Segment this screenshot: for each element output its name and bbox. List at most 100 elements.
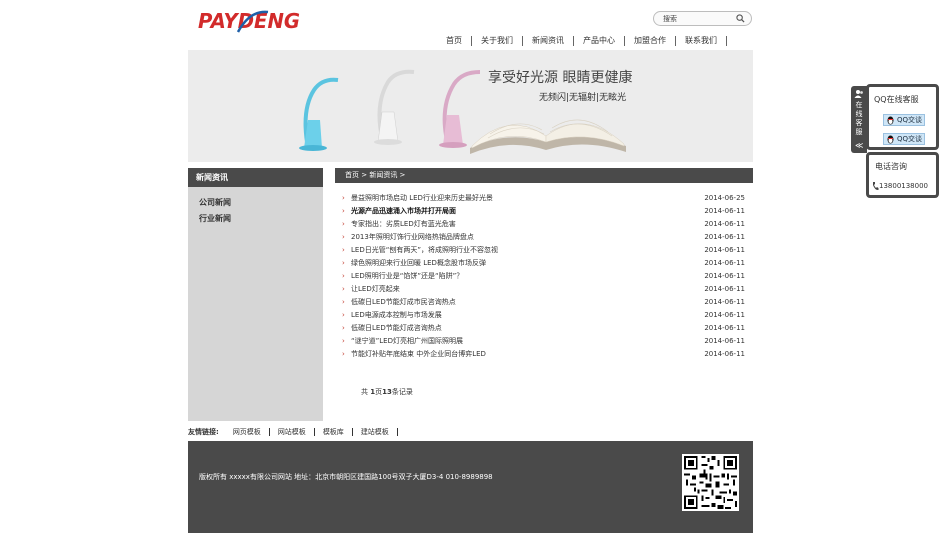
news-row: › 低碳日LED节能灯成市民咨询热点 2014-06-11: [335, 296, 753, 309]
news-title-link[interactable]: 光源产品迅速涌入市场并打开局面: [351, 205, 456, 218]
news-date: 2014-06-11: [704, 350, 745, 358]
news-list: › 曼益照明市场启动 LED行业迎来历史最好光景 2014-06-25 › 光源产品迅速…: [335, 192, 753, 361]
qq-chat-button[interactable]: QQ交谈: [883, 114, 925, 126]
nav-contact[interactable]: 联系我们: [676, 36, 727, 46]
bullet-icon: ›: [342, 207, 345, 215]
news-row: › 绿色照明迎来行业回暖 LED概念股市场反弹 2014-06-11: [335, 257, 753, 270]
news-date: 2014-06-11: [704, 233, 745, 241]
bullet-icon: ›: [342, 350, 345, 358]
bullet-icon: ›: [342, 298, 345, 306]
news-date: 2014-06-11: [704, 298, 745, 306]
news-row: › “谜宁道”LED灯亮相广州国际照明展 2014-06-11: [335, 335, 753, 348]
news-row: › 曼益照明市场启动 LED行业迎来历史最好光景 2014-06-25: [335, 192, 753, 205]
sidebar-item-industry-news[interactable]: 行业新闻: [188, 211, 323, 227]
news-date: 2014-06-11: [704, 207, 745, 215]
pager-suffix: 条记录: [391, 388, 413, 396]
bullet-icon: ›: [342, 220, 345, 228]
news-title-link[interactable]: 低碳日LED节能灯成市民咨询热点: [351, 296, 456, 309]
friend-link[interactable]: 建站模板: [353, 428, 398, 436]
sidebar-title: 新闻资讯: [188, 168, 323, 187]
pagination-info: 共 1页13条记录: [361, 387, 413, 397]
nav-news[interactable]: 新闻资讯: [523, 36, 574, 46]
news-date: 2014-06-11: [704, 259, 745, 267]
phone-number[interactable]: 13800138000: [879, 182, 928, 190]
news-title-link[interactable]: “谜宁道”LED灯亮相广州国际照明展: [351, 335, 463, 348]
sidebar-item-company-news[interactable]: 公司新闻: [188, 195, 323, 211]
bullet-icon: ›: [342, 194, 345, 202]
tab-char: 线: [855, 110, 863, 118]
news-title-link[interactable]: 专家指出：劣质LED灯有蓝光危害: [351, 218, 456, 231]
nav-franchise[interactable]: 加盟合作: [625, 36, 676, 46]
tab-char: 服: [855, 128, 863, 136]
friend-link[interactable]: 网站模板: [270, 428, 315, 436]
bullet-icon: ›: [342, 337, 345, 345]
bullet-icon: ›: [342, 324, 345, 332]
bullet-icon: ›: [342, 233, 345, 241]
bullet-icon: ›: [342, 272, 345, 280]
news-row: › LED照明行业是“馅饼”还是“陷阱”？ 2014-06-11: [335, 270, 753, 283]
qq-chat-label: QQ交谈: [897, 116, 923, 124]
news-date: 2014-06-25: [704, 194, 745, 202]
news-row: › 2013年照明灯饰行业网络热销品牌盘点 2014-06-11: [335, 231, 753, 244]
qq-penguin-icon: [887, 135, 894, 144]
news-date: 2014-06-11: [704, 220, 745, 228]
search-icon[interactable]: [736, 14, 745, 23]
search-box: [653, 11, 752, 26]
phone-icon: [873, 182, 879, 191]
news-date: 2014-06-11: [704, 246, 745, 254]
news-date: 2014-06-11: [704, 311, 745, 319]
bullet-icon: ›: [342, 311, 345, 319]
news-title-link[interactable]: 低碳日LED节能灯成咨询热点: [351, 322, 442, 335]
phone-service-box: 电话咨询 13800138000: [866, 152, 939, 198]
banner-illustration: [299, 69, 626, 154]
friend-links: 友情链接: 网页模板 网站模板 模板库 建站模板: [188, 427, 398, 437]
service-tab-label: 在 线 客 服: [854, 101, 864, 137]
news-panel: 首页 > 新闻资讯 > › 曼益照明市场启动 LED行业迎来历史最好光景 2014-…: [335, 168, 753, 396]
news-row: › 节能灯补贴年底结束 中外企业同台博弈LED 2014-06-11: [335, 348, 753, 361]
news-title-link[interactable]: 曼益照明市场启动 LED行业迎来历史最好光景: [351, 192, 493, 205]
nav-about[interactable]: 关于我们: [472, 36, 523, 46]
nav-home[interactable]: 首页: [440, 36, 472, 46]
tab-char: 客: [855, 119, 863, 127]
news-row: › 专家指出：劣质LED灯有蓝光危害 2014-06-11: [335, 218, 753, 231]
bullet-icon: ›: [342, 246, 345, 254]
news-title-link[interactable]: 2013年照明灯饰行业网络热销品牌盘点: [351, 231, 474, 244]
qq-chat-button[interactable]: QQ交谈: [883, 133, 925, 145]
logo[interactable]: PAYDENG: [198, 8, 302, 34]
news-title-link[interactable]: 绿色照明迎来行业回暖 LED概念股市场反弹: [351, 257, 486, 270]
qq-service-box: QQ在线客服 QQ交谈 QQ交谈: [866, 84, 939, 150]
bullet-icon: ›: [342, 285, 345, 293]
collapse-chevron-icon[interactable]: ≪: [855, 141, 863, 150]
news-title-link[interactable]: 节能灯补贴年底结束 中外企业同台博弈LED: [351, 348, 486, 361]
phone-service-title: 电话咨询: [875, 162, 907, 171]
search-input[interactable]: [663, 13, 733, 24]
news-title-link[interactable]: LED日光管“刨有两天”，将成照明行业不容忽视: [351, 244, 498, 257]
news-row: › LED日光管“刨有两天”，将成照明行业不容忽视 2014-06-11: [335, 244, 753, 257]
banner-headline: 享受好光源 眼睛更健康: [488, 70, 633, 86]
breadcrumb[interactable]: 首页 > 新闻资讯 >: [335, 168, 753, 183]
qq-penguin-icon: [887, 116, 894, 125]
news-date: 2014-06-11: [704, 337, 745, 345]
news-row: › 让LED灯亮起来 2014-06-11: [335, 283, 753, 296]
news-title-link[interactable]: LED照明行业是“馅饼”还是“陷阱”？: [351, 270, 463, 283]
service-tab[interactable]: 在 线 客 服 ≪: [851, 86, 867, 153]
qq-service-title: QQ在线客服: [874, 95, 919, 104]
news-title-link[interactable]: 让LED灯亮起来: [351, 283, 400, 296]
main-nav: 首页 关于我们 新闻资讯 产品中心 加盟合作 联系我们: [440, 35, 727, 47]
nav-products[interactable]: 产品中心: [574, 36, 625, 46]
news-date: 2014-06-11: [704, 285, 745, 293]
banner-subline: 无频闪|无辐射|无眩光: [539, 93, 627, 103]
news-date: 2014-06-11: [704, 272, 745, 280]
friend-links-label: 友情链接:: [188, 428, 219, 436]
news-title-link[interactable]: LED电源成本控制与市场发展: [351, 309, 442, 322]
qq-chat-label: QQ交谈: [897, 135, 923, 143]
breadcrumb-text[interactable]: 首页 > 新闻资讯 >: [345, 171, 405, 179]
qr-code: [682, 454, 739, 511]
news-row: › 低碳日LED节能灯成咨询热点 2014-06-11: [335, 322, 753, 335]
footer-copyright: 版权所有 xxxxx有限公司网站 地址：北京市朝阳区建国路100号双子大厦D3-…: [199, 473, 493, 481]
sidebar: 新闻资讯 公司新闻 行业新闻: [188, 168, 323, 421]
pager-prefix: 共: [361, 388, 368, 396]
friend-link[interactable]: 模板库: [315, 428, 353, 436]
news-row: › 光源产品迅速涌入市场并打开局面 2014-06-11: [335, 205, 753, 218]
friend-link[interactable]: 网页模板: [225, 428, 270, 436]
